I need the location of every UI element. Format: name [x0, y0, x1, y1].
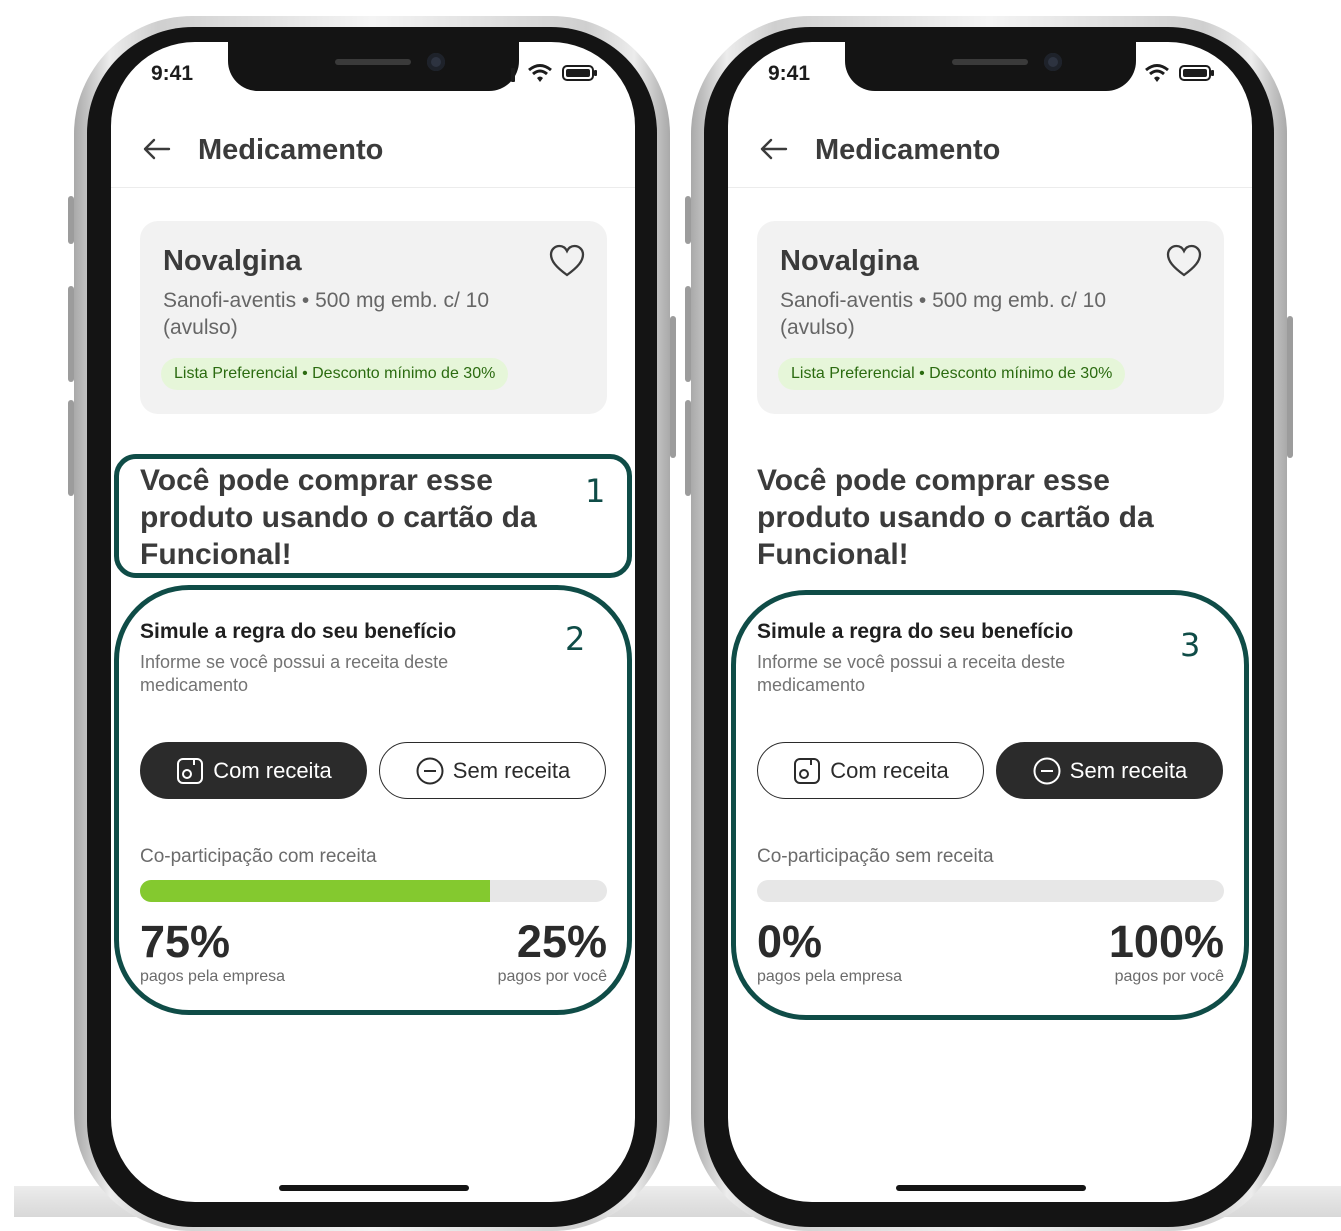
favorite-button[interactable] [1165, 243, 1203, 279]
arrow-left-icon [760, 138, 788, 160]
favorite-button[interactable] [548, 243, 586, 279]
back-button[interactable] [756, 131, 792, 167]
wifi-icon [1145, 64, 1169, 82]
status-icons [1128, 62, 1218, 89]
annotation-number-1: 1 [585, 472, 606, 510]
preferential-list-badge: Lista Preferencial • Desconto mínimo de … [778, 358, 1126, 390]
annotation-number-3: 3 [1180, 626, 1201, 664]
speaker [335, 59, 411, 65]
wifi-icon [528, 64, 552, 82]
product-name: Novalgina [780, 245, 919, 277]
product-card: Novalgina Sanofi-aventis • 500 mg emb. c… [140, 221, 607, 414]
cellular-signal-icon [511, 68, 515, 82]
status-time: 9:41 [768, 62, 811, 85]
heart-icon [549, 244, 585, 277]
notch [845, 42, 1136, 91]
eligibility-headline: Você pode comprar esse produto usando o … [757, 464, 1154, 571]
home-indicator [279, 1185, 469, 1191]
silent-switch [685, 196, 691, 244]
volume-down-button [68, 400, 74, 496]
home-indicator [896, 1185, 1086, 1191]
status-time: 9:41 [151, 62, 194, 85]
notch [228, 42, 519, 91]
heart-icon [1166, 244, 1202, 277]
annotation-box-3 [731, 590, 1249, 1020]
app-header: Medicamento [728, 117, 1252, 188]
battery-icon [1179, 65, 1214, 81]
silent-switch [68, 196, 74, 244]
battery-icon [562, 65, 597, 81]
volume-up-button [68, 286, 74, 382]
page-title: Medicamento [815, 134, 1001, 166]
front-camera [1044, 53, 1062, 71]
preferential-list-badge: Lista Preferencial • Desconto mínimo de … [161, 358, 509, 390]
product-name: Novalgina [163, 245, 302, 277]
volume-up-button [685, 286, 691, 382]
app-header: Medicamento [111, 117, 635, 188]
page-title: Medicamento [198, 134, 384, 166]
power-button [1287, 316, 1293, 458]
product-card: Novalgina Sanofi-aventis • 500 mg emb. c… [757, 221, 1224, 414]
annotation-box-1 [114, 454, 632, 578]
annotation-number-2: 2 [565, 620, 586, 658]
volume-down-button [685, 400, 691, 496]
product-description: Sanofi-aventis • 500 mg emb. c/ 10 (avul… [163, 289, 490, 339]
product-description: Sanofi-aventis • 500 mg emb. c/ 10 (avul… [780, 289, 1107, 339]
arrow-left-icon [143, 138, 171, 160]
speaker [952, 59, 1028, 65]
status-icons [511, 62, 601, 89]
power-button [670, 316, 676, 458]
back-button[interactable] [139, 131, 175, 167]
annotation-box-2 [114, 585, 632, 1015]
front-camera [427, 53, 445, 71]
